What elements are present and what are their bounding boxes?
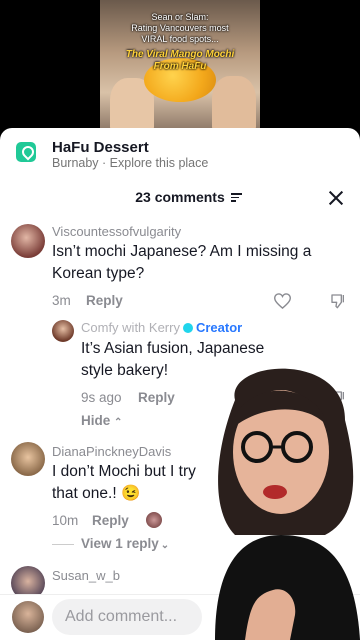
comment-time: 3m	[52, 293, 71, 308]
video-highlight-line-1: The Viral Mango Mochi	[125, 49, 235, 60]
view-replies-label: View 1 reply	[81, 536, 159, 551]
avatar[interactable]	[11, 224, 45, 258]
dislike-icon[interactable]	[330, 293, 346, 309]
reply-username-row[interactable]: Comfy with Kerry Creator	[81, 320, 242, 335]
comment-time: 10m	[52, 513, 79, 528]
comments-count: 23 comments	[135, 189, 225, 205]
comment-text: I don’t Mochi but I try that one.! 😉	[52, 463, 196, 502]
creator-badge: Creator	[195, 320, 243, 335]
comment-time: 9s ago	[81, 390, 122, 405]
reply-button[interactable]: Reply	[86, 293, 123, 308]
current-user-avatar	[12, 601, 44, 633]
close-icon[interactable]	[327, 189, 345, 207]
avatar[interactable]	[11, 442, 45, 476]
creator-video-overlay	[215, 368, 360, 640]
place-subtitle: Burnaby · Explore this place	[52, 156, 209, 170]
video-highlight-line-2: From HaFu	[153, 61, 207, 72]
comment-input[interactable]: Add comment...	[52, 599, 202, 635]
hand-right	[212, 76, 256, 132]
video-overlay-line-3: VIRAL food spots...	[141, 34, 219, 44]
chevron-up-icon: ⌃	[114, 417, 123, 428]
comments-header: 23 comments	[0, 184, 360, 212]
hide-label: Hide	[81, 413, 111, 428]
video-frame: Sean or Slam: Rating Vancouvers most VIR…	[100, 0, 260, 132]
sort-icon[interactable]	[231, 193, 242, 202]
comment-username[interactable]: Viscountessofvulgarity	[52, 224, 181, 239]
reply-button[interactable]: Reply	[138, 390, 175, 405]
comment-username[interactable]: DianaPinckneyDavis	[52, 444, 171, 459]
place-banner[interactable]: HaFu Dessert Burnaby · Explore this plac…	[0, 128, 360, 178]
view-replies-button[interactable]: View 1 reply ⌄	[81, 536, 169, 551]
reply-button[interactable]: Reply	[92, 513, 129, 528]
chevron-down-icon: ⌄	[160, 540, 170, 551]
comment-username[interactable]: Susan_w_b	[52, 568, 120, 583]
creator-liked-avatar	[146, 512, 162, 528]
avatar[interactable]	[52, 320, 74, 342]
comment-text: Isn’t mochi Japanese? Am I missing a Kor…	[52, 243, 312, 282]
verified-badge-icon	[182, 323, 193, 333]
comment-username: Comfy with Kerry	[81, 320, 180, 335]
divider-line	[52, 544, 74, 545]
place-title: HaFu Dessert	[52, 139, 149, 156]
hide-replies-button[interactable]: Hide ⌃	[81, 413, 122, 428]
location-pin-icon	[16, 142, 36, 162]
video-overlay-line-1: Sean or Slam:	[151, 12, 209, 22]
heart-icon[interactable]	[274, 293, 291, 309]
video-overlay-line-2: Rating Vancouvers most	[131, 23, 229, 33]
video-preview[interactable]: Sean or Slam: Rating Vancouvers most VIR…	[0, 0, 360, 132]
